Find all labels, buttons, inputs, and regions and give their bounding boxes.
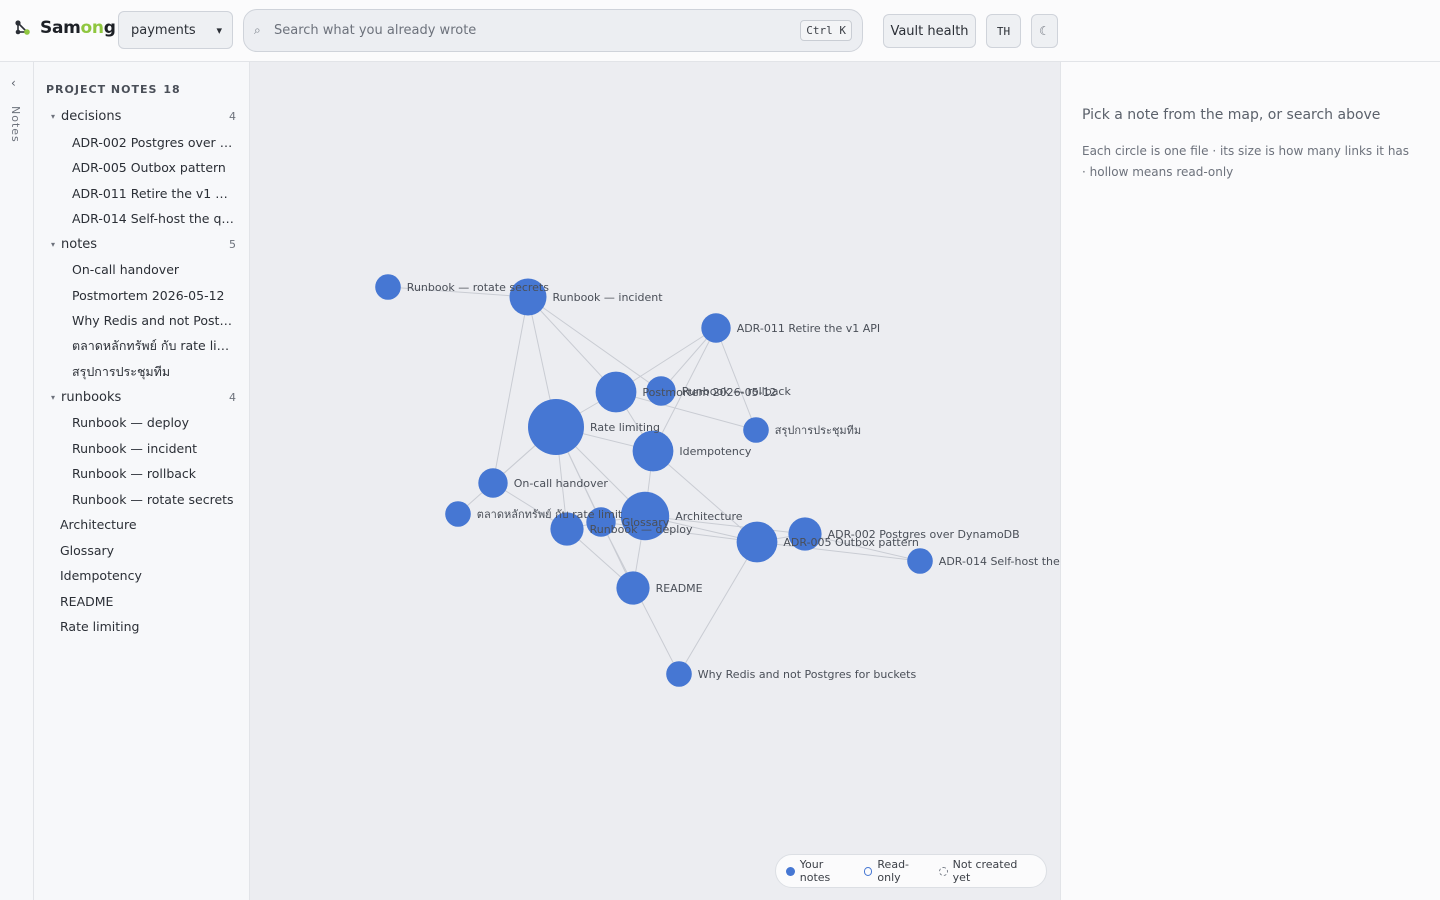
- graph-node-thai[interactable]: [445, 501, 471, 527]
- collapse-sidebar-icon[interactable]: ‹: [11, 76, 16, 90]
- file-item[interactable]: Postmortem 2026-05-12: [34, 283, 250, 309]
- graph-node-label[interactable]: Rate limiting: [590, 421, 660, 434]
- graph-node-label[interactable]: ADR-011 Retire the v1 API: [737, 322, 880, 335]
- dashed-dot-icon: [938, 866, 948, 876]
- notes-sidebar: PROJECT NOTES 18 ▾ decisions 4 ADR-002 Po…: [34, 62, 250, 900]
- graph-node-label[interactable]: ADR-014 Self-host the queue: [939, 555, 1060, 568]
- graph-node-postmortem[interactable]: [595, 371, 637, 413]
- top-bar: Samong payments ▾ ⌕ Ctrl K Vault health …: [0, 0, 1440, 62]
- file-item[interactable]: On-call handover: [34, 257, 250, 283]
- search-shortcut-hint: Ctrl K: [800, 20, 852, 41]
- graph-node-idem[interactable]: [632, 430, 674, 472]
- app-name: Samong: [40, 18, 116, 38]
- notes-count: 18: [163, 83, 181, 96]
- graph-legend: Your notes Read-only Not created yet: [775, 854, 1047, 888]
- left-rail: ‹ Notes: [0, 62, 34, 900]
- search-bar[interactable]: ⌕ Ctrl K: [243, 9, 863, 52]
- graph-node-label[interactable]: Glossary: [622, 516, 670, 529]
- file-item[interactable]: ADR-014 Self-host the qu...: [34, 206, 250, 232]
- panel-description: Each circle is one file · its size is ho…: [1082, 144, 1410, 179]
- caret-down-icon: ▾: [51, 239, 56, 249]
- graph-node-label[interactable]: Runbook — incident: [553, 291, 664, 304]
- graph-node-outbox[interactable]: [736, 521, 778, 563]
- graph-node-label[interactable]: On-call handover: [514, 477, 609, 490]
- sidebar-header: PROJECT NOTES 18: [46, 83, 181, 96]
- file-item[interactable]: ADR-002 Postgres over D...: [34, 130, 250, 156]
- graph-logo-icon: [15, 20, 30, 35]
- graph-node-meeting[interactable]: [743, 417, 769, 443]
- folder-notes[interactable]: ▾ notes 5: [34, 232, 250, 258]
- legend-item-yours: Your notes: [786, 858, 856, 884]
- graph-node-label[interactable]: Architecture: [675, 510, 743, 523]
- file-item[interactable]: Runbook — deploy: [34, 410, 250, 436]
- file-item[interactable]: ADR-011 Retire the v1 API: [34, 181, 250, 207]
- chevron-down-icon: ▾: [216, 23, 222, 37]
- hollow-dot-icon: [863, 866, 873, 876]
- search-icon: ⌕: [254, 23, 261, 37]
- graph-node-rotate[interactable]: [375, 274, 401, 300]
- theme-toggle-button[interactable]: ☾: [1031, 14, 1058, 48]
- caret-down-icon: ▾: [51, 112, 56, 122]
- graph-node-oncall[interactable]: [478, 468, 508, 498]
- graph-node-readme[interactable]: [616, 571, 650, 605]
- note-preview-panel: Pick a note from the map, or search abov…: [1060, 62, 1440, 900]
- caret-down-icon: ▾: [51, 392, 56, 402]
- graph-edge: [492, 296, 529, 484]
- file-item[interactable]: Runbook — rollback: [34, 461, 250, 487]
- rail-label[interactable]: Notes: [9, 106, 22, 143]
- graph-node-label[interactable]: ADR-002 Postgres over DynamoDB: [828, 528, 1020, 541]
- file-item[interactable]: Why Redis and not Postgr...: [34, 308, 250, 334]
- file-item[interactable]: Idempotency: [34, 563, 250, 589]
- graph-node-label[interactable]: สรุปการประชุมทีม: [775, 424, 861, 437]
- vault-health-button[interactable]: Vault health: [883, 14, 976, 48]
- graph-node-label[interactable]: ตลาดหลักทรัพย์ กับ rate limit: [477, 508, 623, 521]
- file-item[interactable]: Glossary: [34, 538, 250, 564]
- legend-item-readonly: Read-only: [863, 858, 931, 884]
- file-item[interactable]: Architecture: [34, 512, 250, 538]
- graph-node-adr014[interactable]: [907, 548, 933, 574]
- search-input[interactable]: [270, 23, 801, 38]
- graph-node-ratelimit[interactable]: [528, 399, 584, 455]
- note-graph[interactable]: Runbook — rotate secrets Runbook — incide…: [250, 62, 1060, 900]
- graph-edge: [715, 327, 757, 431]
- graph-canvas[interactable]: Runbook — rotate secrets Runbook — incide…: [250, 62, 1060, 900]
- folder-decisions[interactable]: ▾ decisions 4: [34, 104, 250, 130]
- graph-edge: [527, 296, 662, 392]
- graph-node-label[interactable]: Runbook — rollback: [682, 385, 792, 398]
- file-tree: ▾ decisions 4 ADR-002 Postgres over D...…: [34, 104, 250, 640]
- file-item[interactable]: สรุปการประชุมทีม: [34, 359, 250, 385]
- vault-select[interactable]: payments ▾: [118, 11, 233, 49]
- file-item[interactable]: ตลาดหลักทรัพย์ กับ rate lim...: [34, 334, 250, 360]
- panel-title: Pick a note from the map, or search abov…: [1082, 107, 1381, 123]
- legend-item-missing: Not created yet: [938, 858, 1036, 884]
- vault-select-value: payments: [131, 22, 196, 38]
- graph-node-redis[interactable]: [666, 661, 692, 687]
- folder-runbooks[interactable]: ▾ runbooks 4: [34, 385, 250, 411]
- graph-node-label[interactable]: Idempotency: [679, 445, 752, 458]
- file-item[interactable]: Runbook — incident: [34, 436, 250, 462]
- graph-node-label[interactable]: Runbook — rotate secrets: [407, 281, 549, 294]
- file-item[interactable]: Rate limiting: [34, 614, 250, 640]
- solid-dot-icon: [786, 866, 795, 876]
- file-item[interactable]: Runbook — rotate secrets: [34, 487, 250, 513]
- app-logo[interactable]: Samong: [14, 18, 116, 38]
- graph-node-label[interactable]: README: [656, 582, 703, 595]
- moon-icon: ☾: [1039, 24, 1050, 38]
- file-item[interactable]: README: [34, 589, 250, 615]
- file-item[interactable]: ADR-005 Outbox pattern: [34, 155, 250, 181]
- graph-edge: [678, 541, 758, 675]
- graph-node-adr011[interactable]: [701, 313, 731, 343]
- graph-node-label[interactable]: Why Redis and not Postgres for buckets: [698, 668, 917, 681]
- language-toggle-button[interactable]: TH: [986, 14, 1021, 48]
